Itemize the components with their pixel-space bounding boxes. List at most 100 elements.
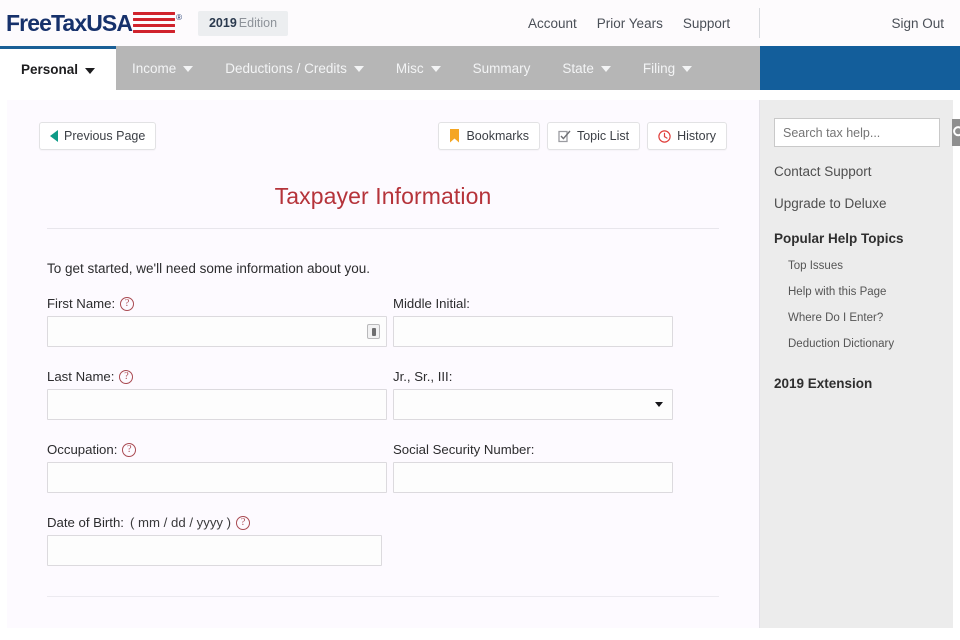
content-card: Previous Page Bookmarks Topic List Histo… xyxy=(7,100,760,628)
nav-tab-misc-label: Misc xyxy=(395,60,424,76)
middle-initial-input[interactable] xyxy=(393,316,673,347)
chevron-down-icon xyxy=(353,66,364,72)
ssn-label-row: Social Security Number: xyxy=(393,442,673,457)
sidebar-link-contact-support[interactable]: Contact Support xyxy=(774,164,953,179)
field-ssn: Social Security Number: xyxy=(393,442,673,493)
clock-icon xyxy=(658,129,671,143)
sidebar-heading-popular-help-topics: Popular Help Topics xyxy=(774,231,904,246)
dob-format-hint: ( mm / dd / yyyy ) xyxy=(129,515,232,530)
help-icon[interactable]: ? xyxy=(119,369,134,384)
first-name-label: First Name: xyxy=(47,296,116,311)
bookmarks-label: Bookmarks xyxy=(466,129,529,143)
field-last-name: Last Name: ? xyxy=(47,369,387,420)
content-toolbar: Previous Page Bookmarks Topic List Histo… xyxy=(39,122,727,152)
nav-tab-summary[interactable]: Summary xyxy=(457,46,547,90)
field-date-of-birth: Date of Birth: ( mm / dd / yyyy ) ? xyxy=(47,515,387,566)
nav-tab-personal[interactable]: Personal xyxy=(0,46,116,90)
form-row-occupation: Occupation: ? Social Security Number: xyxy=(47,442,727,493)
search-button[interactable] xyxy=(952,119,960,146)
nav-tab-personal-label: Personal xyxy=(20,62,79,77)
help-icon[interactable]: ? xyxy=(120,296,135,311)
nav-tab-filing[interactable]: Filing xyxy=(627,46,708,90)
page-title: Taxpayer Information xyxy=(274,183,492,209)
sign-out-link[interactable]: Sign Out xyxy=(891,0,944,46)
chevron-down-icon xyxy=(85,67,96,74)
nav-tab-state[interactable]: State xyxy=(546,46,627,90)
bookmark-icon xyxy=(449,129,460,143)
top-links: Account Prior Years Support xyxy=(528,0,730,46)
main-nav: Personal Income Deductions / Credits Mis… xyxy=(0,46,960,90)
history-label: History xyxy=(677,129,716,143)
suffix-label-row: Jr., Sr., III: xyxy=(393,369,673,384)
first-name-label-row: First Name: ? xyxy=(47,296,387,311)
sidebar-topic-where-do-i-enter[interactable]: Where Do I Enter? xyxy=(788,312,953,324)
form-row-lastname: Last Name: ? Jr., Sr., III: xyxy=(47,369,727,420)
sidebar-topic-help-with-this-page[interactable]: Help with this Page xyxy=(788,286,953,298)
previous-page-button[interactable]: Previous Page xyxy=(39,122,157,150)
form-row-name: First Name: ? Middle Initial: xyxy=(47,296,727,347)
first-name-input[interactable] xyxy=(47,316,387,347)
header-divider xyxy=(759,8,760,38)
form-bottom-divider xyxy=(47,596,719,597)
top-link-account[interactable]: Account xyxy=(528,16,577,31)
nav-tab-income[interactable]: Income xyxy=(116,46,209,90)
sidebar-heading-extension: 2019 Extension xyxy=(774,376,873,391)
checked-box-icon xyxy=(558,130,571,143)
edition-year: 2019 xyxy=(208,15,237,30)
search-icon xyxy=(953,126,960,137)
toolbar-button-group: Bookmarks Topic List History xyxy=(438,122,727,150)
dob-label: Date of Birth: xyxy=(47,515,124,530)
nav-tab-deductions-credits-label: Deductions / Credits xyxy=(225,60,347,76)
top-header: FreeTaxUSA ® 2019 Edition Account Prior Y… xyxy=(0,0,960,46)
search-input[interactable] xyxy=(775,119,952,146)
nav-tab-misc[interactable]: Misc xyxy=(380,46,457,90)
top-link-support[interactable]: Support xyxy=(683,16,730,31)
last-name-input[interactable] xyxy=(47,389,387,420)
nav-tab-income-label: Income xyxy=(132,60,177,76)
taxpayer-form: First Name: ? Middle Initial: Last Name:… xyxy=(39,296,727,566)
page-body: Previous Page Bookmarks Topic List Histo… xyxy=(0,90,960,640)
occupation-label: Occupation: xyxy=(47,442,118,457)
chevron-down-icon xyxy=(600,66,611,72)
sidebar-topic-top-issues[interactable]: Top Issues xyxy=(788,260,953,272)
nav-tab-deductions-credits[interactable]: Deductions / Credits xyxy=(209,46,380,90)
brand-logo-text: FreeTaxUSA xyxy=(6,9,133,36)
history-button[interactable]: History xyxy=(647,122,727,150)
suffix-label: Jr., Sr., III: xyxy=(393,369,453,384)
help-icon[interactable]: ? xyxy=(122,442,137,457)
field-first-name: First Name: ? xyxy=(47,296,387,347)
occupation-input[interactable] xyxy=(47,462,387,493)
flag-stripes-icon xyxy=(133,12,176,33)
topic-list-button[interactable]: Topic List xyxy=(546,122,641,150)
help-search xyxy=(774,118,960,147)
field-occupation: Occupation: ? xyxy=(47,442,387,493)
dob-input[interactable] xyxy=(47,535,382,566)
autofill-icon[interactable] xyxy=(367,324,380,339)
help-sidebar: Contact Support Upgrade to Deluxe Popula… xyxy=(760,100,960,628)
edition-badge: 2019 Edition xyxy=(197,10,289,36)
field-middle-initial: Middle Initial: xyxy=(393,296,673,347)
brand-logo[interactable]: FreeTaxUSA ® xyxy=(6,9,182,36)
sidebar-link-upgrade-deluxe[interactable]: Upgrade to Deluxe xyxy=(774,196,953,211)
nav-blue-panel xyxy=(760,46,960,90)
middle-initial-label-row: Middle Initial: xyxy=(393,296,673,311)
help-icon[interactable]: ? xyxy=(236,515,251,530)
sidebar-topic-deduction-dictionary[interactable]: Deduction Dictionary xyxy=(788,338,953,350)
suffix-select[interactable] xyxy=(393,389,673,420)
top-link-prior-years[interactable]: Prior Years xyxy=(597,16,663,31)
chevron-down-icon xyxy=(183,66,194,72)
chevron-down-icon xyxy=(430,66,441,72)
title-divider xyxy=(47,228,719,229)
topic-list-label: Topic List xyxy=(576,129,630,143)
last-name-label: Last Name: xyxy=(47,369,115,384)
field-suffix: Jr., Sr., III: xyxy=(393,369,673,420)
ssn-input[interactable] xyxy=(393,462,673,493)
occupation-label-row: Occupation: ? xyxy=(47,442,387,457)
chevron-down-icon xyxy=(682,66,693,72)
arrow-left-icon xyxy=(50,130,58,142)
dob-label-row: Date of Birth: ( mm / dd / yyyy ) ? xyxy=(47,515,387,530)
form-row-dob: Date of Birth: ( mm / dd / yyyy ) ? xyxy=(47,515,727,566)
bookmarks-button[interactable]: Bookmarks xyxy=(438,122,540,150)
ssn-label: Social Security Number: xyxy=(393,442,535,457)
previous-page-label: Previous Page xyxy=(64,129,146,143)
